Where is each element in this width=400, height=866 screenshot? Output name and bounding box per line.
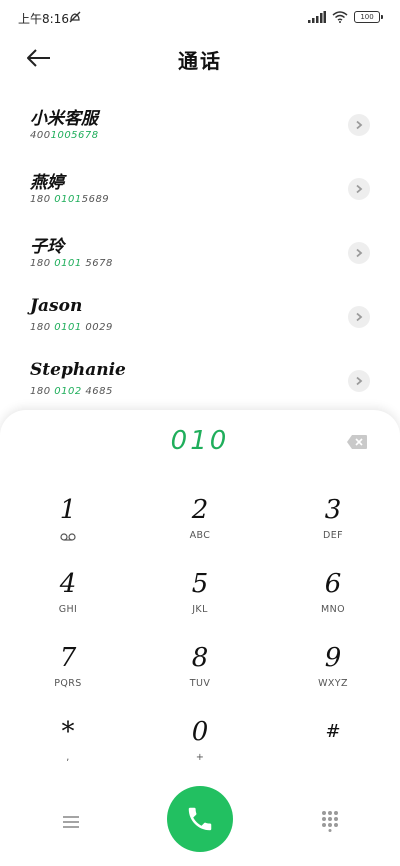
contact-row[interactable]: 子玲 180 0101 5678 [0, 220, 400, 284]
backspace-icon [347, 435, 367, 449]
key-digit: 7 [59, 643, 77, 673]
voicemail-icon [60, 533, 76, 541]
status-time: 上午8:16 [18, 12, 69, 26]
key-6[interactable]: 6 MNO [273, 568, 393, 634]
chevron-right-icon [356, 376, 363, 386]
key-hash[interactable]: # [273, 716, 393, 782]
battery-icon: 100 [354, 11, 383, 23]
backspace-button[interactable] [346, 434, 368, 450]
key-letters: + [195, 752, 205, 763]
contact-row[interactable]: 小米客服 4001005678 [0, 92, 400, 156]
contact-name: Jason [30, 296, 83, 316]
key-letters: GHI [58, 604, 78, 615]
contact-name: 燕婷 [30, 173, 64, 193]
wifi-icon [332, 11, 348, 23]
key-letters: TUV [189, 678, 211, 689]
contact-name: 小米客服 [30, 109, 98, 129]
key-4[interactable]: 4 GHI [8, 568, 128, 634]
contact-name: 子玲 [30, 237, 64, 257]
notification-off-icon [69, 11, 81, 23]
battery-level: 100 [360, 13, 374, 21]
key-digit: 1 [59, 495, 77, 525]
key-2[interactable]: 2 ABC [140, 494, 260, 560]
key-digit: 6 [324, 569, 342, 599]
chevron-right-icon [356, 184, 363, 194]
menu-icon [63, 816, 79, 828]
key-digit: 2 [191, 495, 209, 525]
key-7[interactable]: 7 PQRS [8, 642, 128, 708]
phone-icon [188, 807, 212, 831]
key-letters: PQRS [54, 678, 82, 689]
contact-number: 180 01015689 [30, 194, 110, 205]
key-3[interactable]: 3 DEF [273, 494, 393, 560]
contact-list: 小米客服 4001005678 燕婷 180 01015689 子玲 180 0… [0, 92, 400, 412]
key-9[interactable]: 9 WXYZ [273, 642, 393, 708]
contact-detail-button[interactable] [348, 306, 370, 328]
key-digit: 4 [59, 569, 77, 599]
contact-row[interactable]: Jason 180 0101 0029 [0, 284, 400, 348]
key-letters: ABC [189, 530, 211, 541]
contact-name: Stephanie [30, 360, 126, 380]
key-digit: 5 [191, 569, 209, 599]
chevron-right-icon [356, 312, 363, 322]
contact-detail-button[interactable] [348, 242, 370, 264]
contact-detail-button[interactable] [348, 178, 370, 200]
contact-detail-button[interactable] [348, 370, 370, 392]
key-star[interactable]: * , [8, 716, 128, 782]
dialed-number: 010 [170, 426, 230, 456]
key-5[interactable]: 5 JKL [140, 568, 260, 634]
key-digit: # [325, 721, 341, 742]
contact-detail-button[interactable] [348, 114, 370, 136]
key-letters: , [66, 752, 70, 763]
page-title: 通话 [178, 49, 222, 73]
key-letters: JKL [192, 604, 208, 615]
signal-icon [308, 11, 326, 23]
dialer-panel: 010 1 2 ABC 3 DEF 4 GHI 5 JKL 6 MNO 7 PQ… [0, 410, 400, 866]
menu-button[interactable] [60, 814, 82, 830]
key-letters: WXYZ [318, 678, 348, 689]
call-button[interactable] [167, 786, 233, 852]
key-8[interactable]: 8 TUV [140, 642, 260, 708]
key-digit: 8 [191, 643, 209, 673]
chevron-right-icon [356, 120, 363, 130]
contact-number: 180 0101 0029 [30, 322, 113, 333]
chevron-right-icon [356, 248, 363, 258]
key-digit: 0 [191, 717, 209, 747]
key-0[interactable]: 0 + [140, 716, 260, 782]
header: 通话 [0, 36, 400, 80]
key-letters: MNO [321, 604, 345, 615]
key-digit: 3 [324, 495, 342, 525]
dialpad-icon [322, 811, 338, 832]
contact-row[interactable]: 燕婷 180 01015689 [0, 156, 400, 220]
key-letters: DEF [323, 530, 343, 541]
bottom-bar [0, 776, 400, 866]
key-1[interactable]: 1 [8, 494, 128, 560]
key-digit: * [61, 717, 75, 747]
contact-number: 180 0102 4685 [30, 386, 113, 397]
status-icons: 100 [308, 10, 383, 24]
key-digit: 9 [324, 643, 342, 673]
contact-row[interactable]: Stephanie 180 0102 4685 [0, 348, 400, 412]
contact-number: 4001005678 [30, 130, 99, 141]
contact-number: 180 0101 5678 [30, 258, 113, 269]
keypad-toggle-button[interactable] [320, 810, 340, 832]
status-bar: 上午8:16 100 [0, 0, 400, 36]
